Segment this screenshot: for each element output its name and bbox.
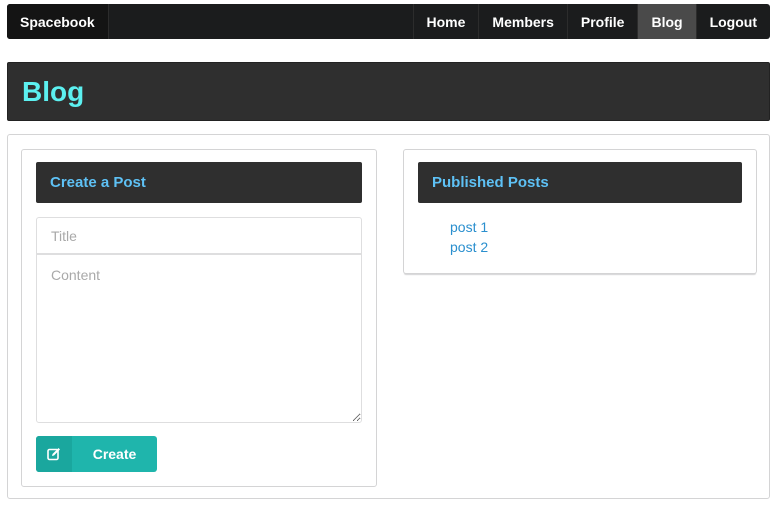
nav-item-home[interactable]: Home <box>412 4 479 39</box>
main-content: Create a Post Create Published Posts pos… <box>7 134 770 499</box>
post-link[interactable]: post 2 <box>450 237 488 257</box>
nav-menu: Home Members Profile Blog Logout <box>412 4 770 39</box>
create-button[interactable]: Create <box>36 436 157 472</box>
content-textarea[interactable] <box>36 254 362 423</box>
edit-icon <box>36 436 72 472</box>
nav-item-blog[interactable]: Blog <box>637 4 696 39</box>
nav-item-profile[interactable]: Profile <box>566 4 638 39</box>
post-link[interactable]: post 1 <box>450 217 488 237</box>
create-post-card: Create a Post Create <box>21 149 377 487</box>
create-post-header: Create a Post <box>36 162 362 203</box>
top-navbar: Spacebook Home Members Profile Blog Logo… <box>7 4 770 39</box>
brand-logo[interactable]: Spacebook <box>7 4 109 39</box>
create-button-label: Create <box>92 446 137 462</box>
page-header: Blog <box>7 62 770 121</box>
post-list: post 1 post 2 <box>450 217 488 257</box>
title-input[interactable] <box>36 217 362 254</box>
page-title: Blog <box>22 75 85 107</box>
published-posts-card: Published Posts post 1 post 2 <box>403 149 757 274</box>
published-posts-header: Published Posts <box>418 162 742 203</box>
nav-item-members[interactable]: Members <box>478 4 566 39</box>
nav-item-logout[interactable]: Logout <box>695 4 770 39</box>
